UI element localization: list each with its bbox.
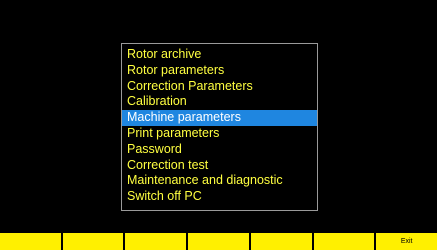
function-key-3[interactable] [125, 233, 189, 250]
function-key-1[interactable] [0, 233, 63, 250]
menu-item-correction-test[interactable]: Correction test [122, 158, 317, 174]
menu-item-calibration[interactable]: Calibration [122, 94, 317, 110]
function-key-bar: Exit [0, 233, 437, 250]
menu-item-switch-off-pc[interactable]: Switch off PC [122, 189, 317, 205]
menu-item-maintenance-and-diagnostic[interactable]: Maintenance and diagnostic [122, 173, 317, 189]
menu-item-correction-parameters[interactable]: Correction Parameters [122, 79, 317, 95]
function-key-2[interactable] [62, 233, 126, 250]
main-screen: Rotor archive Rotor parameters Correctio… [0, 0, 437, 250]
menu-item-rotor-archive[interactable]: Rotor archive [122, 47, 317, 63]
menu-item-password[interactable]: Password [122, 142, 317, 158]
function-key-6[interactable] [313, 233, 377, 250]
menu-item-rotor-parameters[interactable]: Rotor parameters [122, 63, 317, 79]
menu-item-machine-parameters[interactable]: Machine parameters [122, 110, 317, 126]
menu-item-print-parameters[interactable]: Print parameters [122, 126, 317, 142]
function-key-5[interactable] [250, 233, 314, 250]
function-key-4[interactable] [188, 233, 251, 250]
main-menu: Rotor archive Rotor parameters Correctio… [121, 43, 318, 211]
exit-button[interactable]: Exit [376, 233, 437, 250]
